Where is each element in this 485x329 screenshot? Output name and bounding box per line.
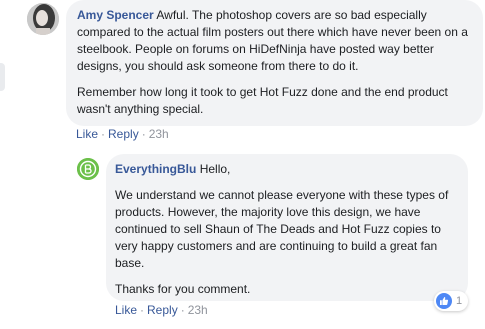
reply-heading: EverythingBlu Hello, [115, 161, 456, 178]
comment-actions: Like · Reply · 23h [76, 127, 169, 141]
reply-greeting: Hello, [199, 162, 231, 176]
separator: · [101, 127, 106, 141]
reply-paragraph: Thanks for you comment. [115, 282, 251, 296]
timestamp[interactable]: 23h [149, 127, 169, 141]
reply-author-name[interactable]: EverythingBlu [115, 162, 196, 176]
comment-author-name[interactable]: Amy Spencer [77, 8, 154, 22]
like-link[interactable]: Like [115, 303, 137, 317]
reply-link[interactable]: Reply [147, 303, 178, 317]
left-panel-edge [0, 63, 5, 91]
separator: · [140, 303, 145, 317]
like-link[interactable]: Like [76, 127, 98, 141]
separator: · [180, 303, 185, 317]
avatar-photo [27, 3, 59, 35]
separator: · [141, 127, 146, 141]
reply-actions: Like · Reply · 23h [115, 303, 208, 317]
reaction-badge[interactable]: 1 [434, 291, 469, 311]
reaction-count: 1 [456, 295, 463, 307]
timestamp[interactable]: 23h [188, 303, 208, 317]
reply-bubble: EverythingBlu Hello, We understand we ca… [106, 154, 468, 301]
comment-bubble: Amy Spencer Awful. The photoshop covers … [66, 0, 483, 126]
page-avatar[interactable] [77, 158, 99, 180]
like-icon [436, 293, 452, 309]
everythingblu-logo-icon [77, 158, 99, 180]
comment-paragraph: Remember how long it took to get Hot Fuz… [77, 85, 448, 116]
avatar[interactable] [27, 3, 59, 35]
reply-link[interactable]: Reply [108, 127, 139, 141]
reply-paragraph: We understand we cannot please everyone … [115, 188, 449, 270]
comment-paragraph: Amy Spencer Awful. The photoshop covers … [77, 7, 471, 75]
